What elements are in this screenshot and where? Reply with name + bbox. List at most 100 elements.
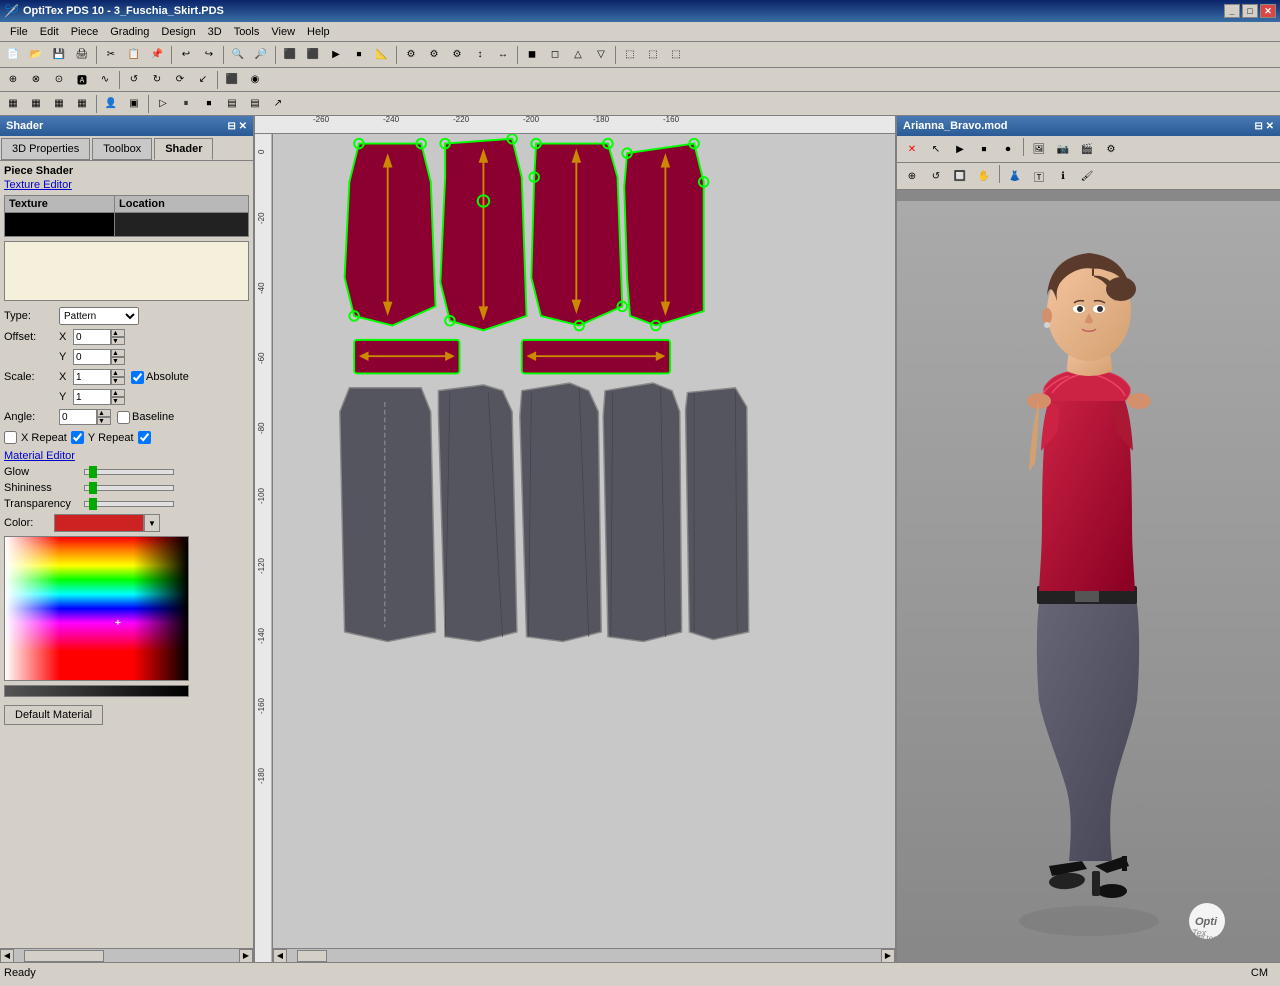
- pattern-piece-4[interactable]: [624, 144, 703, 326]
- angle-up[interactable]: ▲: [97, 409, 111, 417]
- model-cursor-btn[interactable]: ↖: [925, 138, 947, 160]
- repeat-check3[interactable]: [138, 431, 151, 444]
- model-text-btn[interactable]: 🅃: [1028, 165, 1050, 187]
- type-select[interactable]: Pattern: [59, 307, 139, 325]
- t43[interactable]: ▦: [48, 93, 70, 115]
- canvas-scroll-thumb[interactable]: [297, 950, 327, 962]
- t5[interactable]: 📐: [371, 44, 393, 66]
- canvas-scroll-left[interactable]: ◀: [273, 949, 287, 963]
- t15[interactable]: ⬚: [619, 44, 641, 66]
- skirt-piece-1[interactable]: [340, 388, 436, 642]
- skirt-piece-4[interactable]: [603, 383, 682, 642]
- t25[interactable]: ∿: [94, 69, 116, 91]
- skirt-piece-3[interactable]: [520, 383, 601, 642]
- t24[interactable]: 🅰: [71, 69, 93, 91]
- color-swatch[interactable]: [54, 514, 144, 532]
- offset-y-down[interactable]: ▼: [111, 357, 125, 365]
- baseline-checkbox[interactable]: [117, 411, 130, 424]
- location-cell-1[interactable]: [115, 213, 249, 237]
- angle-input[interactable]: [59, 409, 97, 425]
- scale-y-input[interactable]: [73, 389, 111, 405]
- t3[interactable]: ▶: [325, 44, 347, 66]
- t44[interactable]: ▦: [71, 93, 93, 115]
- model-play-btn[interactable]: ▶: [949, 138, 971, 160]
- t42[interactable]: ▦: [25, 93, 47, 115]
- close-button[interactable]: ✕: [1260, 4, 1276, 18]
- save-btn[interactable]: 💾: [48, 44, 70, 66]
- canvas-scroll-right[interactable]: ▶: [881, 949, 895, 963]
- offset-x-input[interactable]: [73, 329, 111, 345]
- zoom-in-btn[interactable]: 🔍: [227, 44, 249, 66]
- t28[interactable]: ⟳: [169, 69, 191, 91]
- t21[interactable]: ⊕: [2, 69, 24, 91]
- scale-y-up[interactable]: ▲: [111, 389, 125, 397]
- model-camera-btn[interactable]: 📷: [1052, 138, 1074, 160]
- model-brush-btn[interactable]: 🖌: [1076, 165, 1098, 187]
- shader-scroll-track[interactable]: [14, 949, 239, 963]
- t11[interactable]: ◼: [521, 44, 543, 66]
- menu-view[interactable]: View: [265, 24, 301, 40]
- paste-btn[interactable]: 📌: [146, 44, 168, 66]
- model-viewport[interactable]: Opti Tex Next generation 3D fit tools: [897, 190, 1280, 962]
- t41[interactable]: ▦: [2, 93, 24, 115]
- model-frame-btn[interactable]: 🖼: [1028, 138, 1050, 160]
- scale-x-down[interactable]: ▼: [111, 377, 125, 385]
- t8[interactable]: ⚙: [446, 44, 468, 66]
- t51[interactable]: ▤: [244, 93, 266, 115]
- glow-slider[interactable]: [84, 469, 174, 475]
- x-repeat-checkbox[interactable]: [4, 431, 17, 444]
- new-btn[interactable]: 📄: [2, 44, 24, 66]
- menu-grading[interactable]: Grading: [104, 24, 155, 40]
- t17[interactable]: ⬚: [665, 44, 687, 66]
- offset-y-up[interactable]: ▲: [111, 349, 125, 357]
- model-zoom-btn[interactable]: 🔲: [949, 165, 971, 187]
- menu-piece[interactable]: Piece: [65, 24, 105, 40]
- menu-tools[interactable]: Tools: [228, 24, 266, 40]
- tab-3d-properties[interactable]: 3D Properties: [1, 138, 90, 160]
- shader-scroll-right[interactable]: ▶: [239, 949, 253, 963]
- t50[interactable]: ▤: [221, 93, 243, 115]
- t12[interactable]: ◻: [544, 44, 566, 66]
- model-pan-btn[interactable]: ✋: [973, 165, 995, 187]
- scale-x-up[interactable]: ▲: [111, 369, 125, 377]
- menu-3d[interactable]: 3D: [202, 24, 228, 40]
- skirt-piece-5[interactable]: [686, 388, 749, 640]
- t9[interactable]: ↕: [469, 44, 491, 66]
- t6[interactable]: ⚙: [400, 44, 422, 66]
- t31[interactable]: ◉: [244, 69, 266, 91]
- scale-x-input[interactable]: [73, 369, 111, 385]
- t52[interactable]: ↗: [267, 93, 289, 115]
- shininess-thumb[interactable]: [89, 482, 97, 494]
- undo-btn[interactable]: ↩: [175, 44, 197, 66]
- t27[interactable]: ↻: [146, 69, 168, 91]
- t1[interactable]: ⬛: [279, 44, 301, 66]
- minimize-button[interactable]: _: [1224, 4, 1240, 18]
- pattern-piece-1[interactable]: [345, 144, 436, 326]
- scale-y-down[interactable]: ▼: [111, 397, 125, 405]
- offset-x-up[interactable]: ▲: [111, 329, 125, 337]
- color-picker[interactable]: [4, 536, 189, 681]
- offset-y-input[interactable]: [73, 349, 111, 365]
- transparency-slider[interactable]: [84, 501, 174, 507]
- y-repeat-checkbox[interactable]: [71, 431, 84, 444]
- model-rec-btn[interactable]: ⏺: [997, 138, 1019, 160]
- model-move-btn[interactable]: ⊕: [901, 165, 923, 187]
- angle-down[interactable]: ▼: [97, 417, 111, 425]
- t30[interactable]: ⬛: [221, 69, 243, 91]
- color-picker-black-bar[interactable]: [4, 685, 189, 697]
- offset-x-down[interactable]: ▼: [111, 337, 125, 345]
- t7[interactable]: ⚙: [423, 44, 445, 66]
- absolute-checkbox[interactable]: [131, 371, 144, 384]
- glow-thumb[interactable]: [89, 466, 97, 478]
- menu-edit[interactable]: Edit: [34, 24, 65, 40]
- t29[interactable]: ↙: [192, 69, 214, 91]
- model-stop2-btn[interactable]: ⏹: [973, 138, 995, 160]
- t14[interactable]: ▽: [590, 44, 612, 66]
- texture-row-1[interactable]: [5, 213, 249, 237]
- model-rotate-btn[interactable]: ↺: [925, 165, 947, 187]
- canvas-scroll-track[interactable]: [287, 949, 881, 963]
- t46[interactable]: ▣: [123, 93, 145, 115]
- t49[interactable]: ⏹: [198, 93, 220, 115]
- print-btn[interactable]: 🖨: [71, 44, 93, 66]
- default-material-button[interactable]: Default Material: [4, 705, 103, 725]
